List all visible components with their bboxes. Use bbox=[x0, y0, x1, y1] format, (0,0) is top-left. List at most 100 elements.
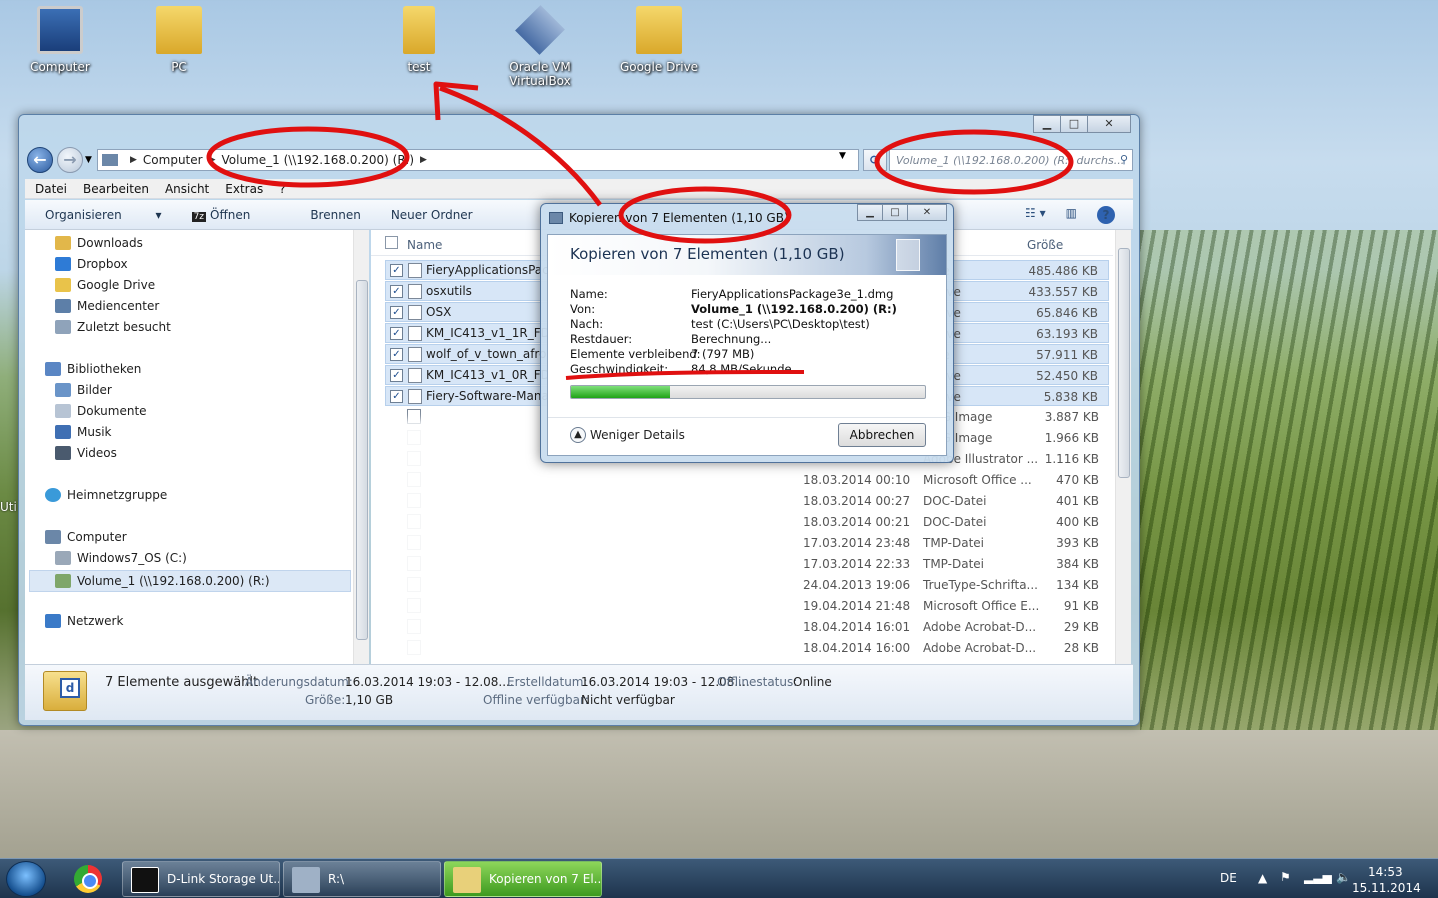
file-type: TMP-Datei bbox=[923, 536, 985, 550]
file-checkbox-checked[interactable]: ✓ bbox=[390, 285, 403, 298]
nav-label: Computer bbox=[67, 530, 127, 544]
file-name: FieryApplicationsPack bbox=[426, 263, 556, 277]
open-button[interactable]: 7z Öffnen bbox=[191, 208, 281, 222]
breadcrumb-computer[interactable]: Computer bbox=[143, 153, 203, 167]
nav-item-bilder[interactable]: Bilder bbox=[55, 383, 112, 397]
maximize-button[interactable]: □ bbox=[1060, 115, 1088, 133]
dialog-maximize-button[interactable]: □ bbox=[882, 204, 908, 221]
nav-item-google-drive[interactable]: Google Drive bbox=[55, 278, 155, 292]
new-folder-button[interactable]: Neuer Ordner bbox=[391, 208, 473, 222]
file-scrollbar[interactable] bbox=[1115, 230, 1131, 664]
nav-scrollbar-thumb[interactable] bbox=[356, 280, 368, 640]
field-value[interactable]: Volume_1 (\\192.168.0.200) (R:) bbox=[691, 302, 897, 316]
file-checkbox-checked[interactable]: ✓ bbox=[390, 369, 403, 382]
nav-item-windows-drive[interactable]: Windows7_OS (C:) bbox=[55, 551, 187, 565]
nav-item-volume1[interactable]: Volume_1 (\\192.168.0.200) (R:) bbox=[29, 570, 351, 592]
column-size[interactable]: Größe bbox=[1027, 238, 1063, 252]
change-view-icon[interactable]: ☷ ▾ bbox=[1025, 206, 1046, 224]
field-value[interactable]: test (C:\Users\PC\Desktop\test) bbox=[691, 317, 870, 331]
nav-item-dropbox[interactable]: Dropbox bbox=[55, 257, 128, 271]
language-indicator[interactable]: DE bbox=[1220, 871, 1237, 885]
nav-label: Google Drive bbox=[77, 278, 156, 292]
column-name[interactable]: Name bbox=[407, 238, 442, 252]
breadcrumb-volume[interactable]: Volume_1 (\\192.168.0.200) (R:) bbox=[222, 153, 415, 167]
close-button[interactable]: ✕ bbox=[1087, 115, 1131, 133]
clock-date[interactable]: 15.11.2014 bbox=[1352, 881, 1421, 895]
file-checkbox-checked[interactable]: ✓ bbox=[390, 348, 403, 361]
organize-button[interactable]: Organisieren ▾ bbox=[45, 208, 162, 222]
burn-button[interactable]: Brennen bbox=[310, 208, 360, 222]
dlink-icon bbox=[131, 867, 159, 893]
file-size: 1.116 KB bbox=[1044, 452, 1099, 466]
preview-pane-icon[interactable]: ▥ bbox=[1066, 206, 1077, 224]
file-type: Adobe Acrobat-D... bbox=[923, 620, 1037, 634]
taskbar-app-dlink[interactable]: D-Link Storage Ut... bbox=[122, 861, 280, 897]
back-button[interactable]: ← bbox=[27, 147, 53, 173]
taskbar-app-copy[interactable]: Kopieren von 7 El... bbox=[444, 861, 602, 897]
dialog-minimize-button[interactable]: ▁ bbox=[857, 204, 883, 221]
menu-help[interactable]: ? bbox=[279, 182, 285, 196]
file-size: 52.450 KB bbox=[1036, 369, 1098, 383]
chrome-icon[interactable] bbox=[74, 865, 102, 893]
volume-icon[interactable]: 🔈 bbox=[1336, 870, 1351, 884]
desktop-icon-google-drive[interactable]: Google Drive bbox=[599, 6, 719, 74]
chevron-right-icon[interactable]: ▶ bbox=[130, 155, 137, 165]
forward-button[interactable]: → bbox=[57, 147, 83, 173]
menu-bearbeiten[interactable]: Bearbeiten bbox=[83, 182, 149, 196]
help-icon[interactable]: ? bbox=[1097, 206, 1115, 224]
dialog-close-button[interactable]: ✕ bbox=[907, 204, 947, 221]
file-date: 18.03.2014 00:21 bbox=[803, 515, 911, 529]
nav-label: Bibliotheken bbox=[67, 362, 142, 376]
minimize-button[interactable]: ▁ bbox=[1033, 115, 1061, 133]
less-details-toggle[interactable]: ▲ Weniger Details bbox=[570, 427, 685, 443]
menu-extras[interactable]: Extras bbox=[225, 182, 263, 196]
action-center-flag-icon[interactable]: ⚑ bbox=[1280, 870, 1291, 884]
network-drive-icon bbox=[55, 574, 71, 588]
refresh-button[interactable]: ⟳ bbox=[863, 149, 887, 171]
nav-item-videos[interactable]: Videos bbox=[55, 446, 117, 460]
file-name: wolf_of_v_town_afrod bbox=[426, 347, 555, 361]
nav-item-homegroup[interactable]: Heimnetzgruppe bbox=[45, 488, 167, 502]
desktop-icon-pc[interactable]: PC bbox=[119, 6, 239, 74]
size-label: Größe: bbox=[305, 693, 346, 707]
taskbar-app-explorer[interactable]: R:\ bbox=[283, 861, 441, 897]
nav-item-libraries[interactable]: Bibliotheken bbox=[45, 362, 141, 376]
menu-datei[interactable]: Datei bbox=[35, 182, 67, 196]
file-checkbox-checked[interactable]: ✓ bbox=[390, 306, 403, 319]
search-input[interactable]: Volume_1 (\\192.168.0.200) (R:) durchs..… bbox=[889, 149, 1133, 171]
file-checkbox-checked[interactable]: ✓ bbox=[390, 264, 403, 277]
nav-label: Heimnetzgruppe bbox=[67, 488, 168, 502]
nav-item-musik[interactable]: Musik bbox=[55, 425, 112, 439]
chevron-right-icon[interactable]: ▶ bbox=[420, 155, 427, 165]
menu-ansicht[interactable]: Ansicht bbox=[165, 182, 209, 196]
nav-label: Zuletzt besucht bbox=[77, 320, 171, 334]
desktop-partial-label: Uti bbox=[0, 500, 17, 514]
cancel-button[interactable]: Abbrechen bbox=[838, 423, 926, 447]
select-all-checkbox[interactable] bbox=[385, 236, 398, 249]
file-date: 18.04.2014 16:01 bbox=[803, 620, 911, 634]
file-type: DOC-Datei bbox=[923, 515, 987, 529]
desktop-icon-test[interactable]: test bbox=[359, 6, 479, 74]
history-dropdown-icon[interactable]: ▼ bbox=[85, 155, 92, 165]
nav-item-network[interactable]: Netzwerk bbox=[45, 614, 123, 628]
nav-item-downloads[interactable]: Downloads bbox=[55, 236, 143, 250]
file-checkbox-checked[interactable]: ✓ bbox=[390, 390, 403, 403]
copy-progress-fill bbox=[571, 386, 671, 398]
clock-time[interactable]: 14:53 bbox=[1368, 865, 1403, 879]
start-button[interactable] bbox=[6, 861, 46, 897]
nav-item-mediencenter[interactable]: Mediencenter bbox=[55, 299, 159, 313]
address-dropdown-icon[interactable]: ▼ bbox=[839, 151, 846, 161]
copy-heading: Kopieren von 7 Elementen (1,10 GB) bbox=[570, 245, 845, 263]
desktop-icon-computer[interactable]: Computer bbox=[0, 6, 120, 74]
file-scrollbar-thumb[interactable] bbox=[1118, 248, 1130, 478]
network-signal-icon[interactable]: ▂▃▅ bbox=[1304, 870, 1332, 884]
nav-item-computer[interactable]: Computer bbox=[45, 530, 127, 544]
nav-item-dokumente[interactable]: Dokumente bbox=[55, 404, 147, 418]
file-checkbox-checked[interactable]: ✓ bbox=[390, 327, 403, 340]
chevron-right-icon[interactable]: ▶ bbox=[209, 155, 216, 165]
nav-item-recent[interactable]: Zuletzt besucht bbox=[55, 320, 171, 334]
desktop-icon-virtualbox[interactable]: Oracle VM VirtualBox bbox=[480, 5, 600, 88]
address-bar[interactable]: ▶ Computer ▶ Volume_1 (\\192.168.0.200) … bbox=[97, 149, 859, 171]
show-hidden-icons-icon[interactable]: ▲ bbox=[1258, 871, 1267, 885]
nav-scrollbar[interactable] bbox=[353, 230, 369, 664]
